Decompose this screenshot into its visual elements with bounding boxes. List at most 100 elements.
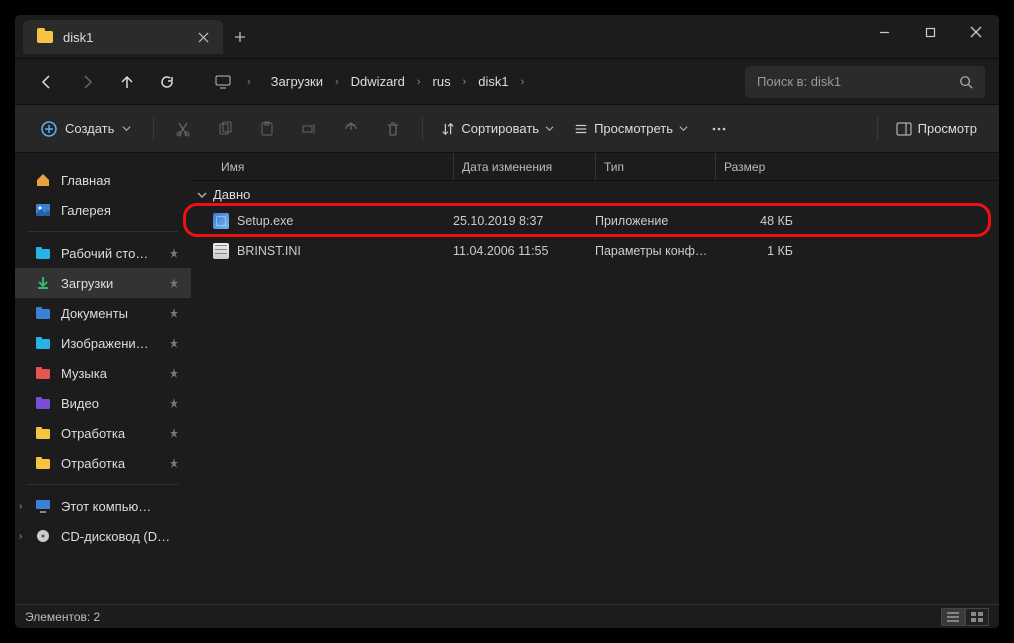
statusbar: Элементов: 2 xyxy=(15,604,999,628)
sidebar-item-gallery[interactable]: Галерея xyxy=(15,195,191,225)
status-item-count: Элементов: 2 xyxy=(25,610,100,624)
pin-icon xyxy=(169,308,179,318)
pin-icon xyxy=(169,458,179,468)
col-name[interactable]: Имя xyxy=(213,153,453,180)
sidebar-label: Рабочий сто… xyxy=(61,246,148,261)
pin-icon xyxy=(169,248,179,258)
sort-label: Сортировать xyxy=(461,121,539,136)
chevron-right-icon: › xyxy=(519,76,527,88)
tab-title: disk1 xyxy=(63,30,93,45)
file-list: Setup.exe 25.10.2019 8:37 Приложение 48 … xyxy=(191,206,999,266)
up-button[interactable] xyxy=(109,66,145,98)
paste-button[interactable] xyxy=(248,113,286,145)
chevron-down-icon xyxy=(197,190,207,200)
sidebar-item[interactable]: Загрузки xyxy=(15,268,191,298)
tab-active[interactable]: disk1 xyxy=(23,20,223,54)
gallery-icon xyxy=(35,202,51,218)
create-button[interactable]: Создать xyxy=(29,113,143,145)
sidebar-label: Отработка xyxy=(61,456,125,471)
chevron-down-icon xyxy=(679,124,688,133)
sidebar-item-home[interactable]: Главная xyxy=(15,165,191,195)
sidebar-label: CD-дисковод (D… xyxy=(61,529,170,544)
chevron-right-icon: › xyxy=(333,76,341,88)
pc-icon[interactable] xyxy=(205,66,241,98)
close-tab-icon[interactable] xyxy=(198,32,209,43)
file-row[interactable]: Setup.exe 25.10.2019 8:37 Приложение 48 … xyxy=(191,206,999,236)
forward-button[interactable] xyxy=(69,66,105,98)
search-placeholder: Поиск в: disk1 xyxy=(757,74,959,89)
breadcrumb-item[interactable]: rus xyxy=(425,70,459,93)
file-row[interactable]: BRINST.INI 11.04.2006 11:55 Параметры ко… xyxy=(191,236,999,266)
column-header: Имя Дата изменения Тип Размер xyxy=(191,153,999,181)
icons-view-button[interactable] xyxy=(965,608,989,626)
create-label: Создать xyxy=(65,121,114,136)
breadcrumb-item[interactable]: Загрузки xyxy=(263,70,331,93)
back-button[interactable] xyxy=(29,66,65,98)
cut-button[interactable] xyxy=(164,113,202,145)
ini-icon xyxy=(213,243,229,259)
col-type[interactable]: Тип xyxy=(595,153,715,180)
sidebar: Главная Галерея Рабочий сто… Загрузки Доку… xyxy=(15,153,191,604)
pin-icon xyxy=(169,338,179,348)
col-date[interactable]: Дата изменения xyxy=(453,153,595,180)
search-input[interactable]: Поиск в: disk1 xyxy=(745,66,985,98)
sidebar-item[interactable]: Отработка xyxy=(15,418,191,448)
sidebar-item[interactable]: Музыка xyxy=(15,358,191,388)
file-size: 1 КБ xyxy=(715,244,793,258)
sidebar-item-drive[interactable]: › Этот компью… xyxy=(15,491,191,521)
sidebar-item[interactable]: Документы xyxy=(15,298,191,328)
titlebar: disk1 xyxy=(15,15,999,59)
copy-button[interactable] xyxy=(206,113,244,145)
new-tab-button[interactable] xyxy=(223,20,257,54)
sidebar-item[interactable]: Отработка xyxy=(15,448,191,478)
search-icon xyxy=(959,75,973,89)
minimize-button[interactable] xyxy=(861,15,907,49)
toolbar: Создать Сортировать Просмотреть Просмотр xyxy=(15,105,999,153)
breadcrumb-item[interactable]: disk1 xyxy=(470,70,516,93)
navbar: › Загрузки›Ddwizard›rus›disk1› Поиск в: … xyxy=(15,59,999,105)
file-name: BRINST.INI xyxy=(237,244,301,258)
sidebar-item[interactable]: Рабочий сто… xyxy=(15,238,191,268)
sidebar-label: Загрузки xyxy=(61,276,113,291)
content-area: Имя Дата изменения Тип Размер Давно Setu… xyxy=(191,153,999,604)
sidebar-label: Музыка xyxy=(61,366,107,381)
refresh-button[interactable] xyxy=(149,66,185,98)
group-title: Давно xyxy=(213,187,250,202)
sort-button[interactable]: Сортировать xyxy=(433,113,562,145)
file-type: Параметры конф… xyxy=(595,244,715,258)
maximize-button[interactable] xyxy=(907,15,953,49)
share-button[interactable] xyxy=(332,113,370,145)
sidebar-label: Галерея xyxy=(61,203,111,218)
rename-button[interactable] xyxy=(290,113,328,145)
more-button[interactable] xyxy=(700,113,738,145)
group-header[interactable]: Давно xyxy=(191,181,999,206)
file-size: 48 КБ xyxy=(715,214,793,228)
chevron-right-icon: › xyxy=(415,76,423,88)
view-label: Просмотреть xyxy=(594,121,673,136)
preview-label: Просмотр xyxy=(918,121,977,136)
sidebar-item[interactable]: Изображени… xyxy=(15,328,191,358)
details-view-button[interactable] xyxy=(941,608,965,626)
pin-icon xyxy=(169,428,179,438)
preview-pane-button[interactable]: Просмотр xyxy=(888,113,985,145)
breadcrumb-item[interactable]: Ddwizard xyxy=(343,70,413,93)
sidebar-label: Отработка xyxy=(61,426,125,441)
sidebar-item-drive[interactable]: › CD-дисковод (D… xyxy=(15,521,191,551)
explorer-window: disk1 › Загрузки›Ddwizard›rus›disk1› Пои… xyxy=(14,14,1000,629)
breadcrumb: Загрузки›Ddwizard›rus›disk1› xyxy=(263,70,527,93)
close-window-button[interactable] xyxy=(953,15,999,49)
exe-icon xyxy=(213,213,229,229)
col-size[interactable]: Размер xyxy=(715,153,793,180)
sidebar-label: Документы xyxy=(61,306,128,321)
folder-icon xyxy=(37,31,53,43)
expand-icon[interactable]: › xyxy=(19,501,22,512)
expand-icon[interactable]: › xyxy=(19,531,22,542)
file-date: 25.10.2019 8:37 xyxy=(453,214,595,228)
chevron-right-icon: › xyxy=(461,76,469,88)
sidebar-label: Изображени… xyxy=(61,336,149,351)
delete-button[interactable] xyxy=(374,113,412,145)
sidebar-item[interactable]: Видео xyxy=(15,388,191,418)
view-button[interactable]: Просмотреть xyxy=(566,113,696,145)
sidebar-label: Этот компью… xyxy=(61,499,151,514)
file-type: Приложение xyxy=(595,214,715,228)
